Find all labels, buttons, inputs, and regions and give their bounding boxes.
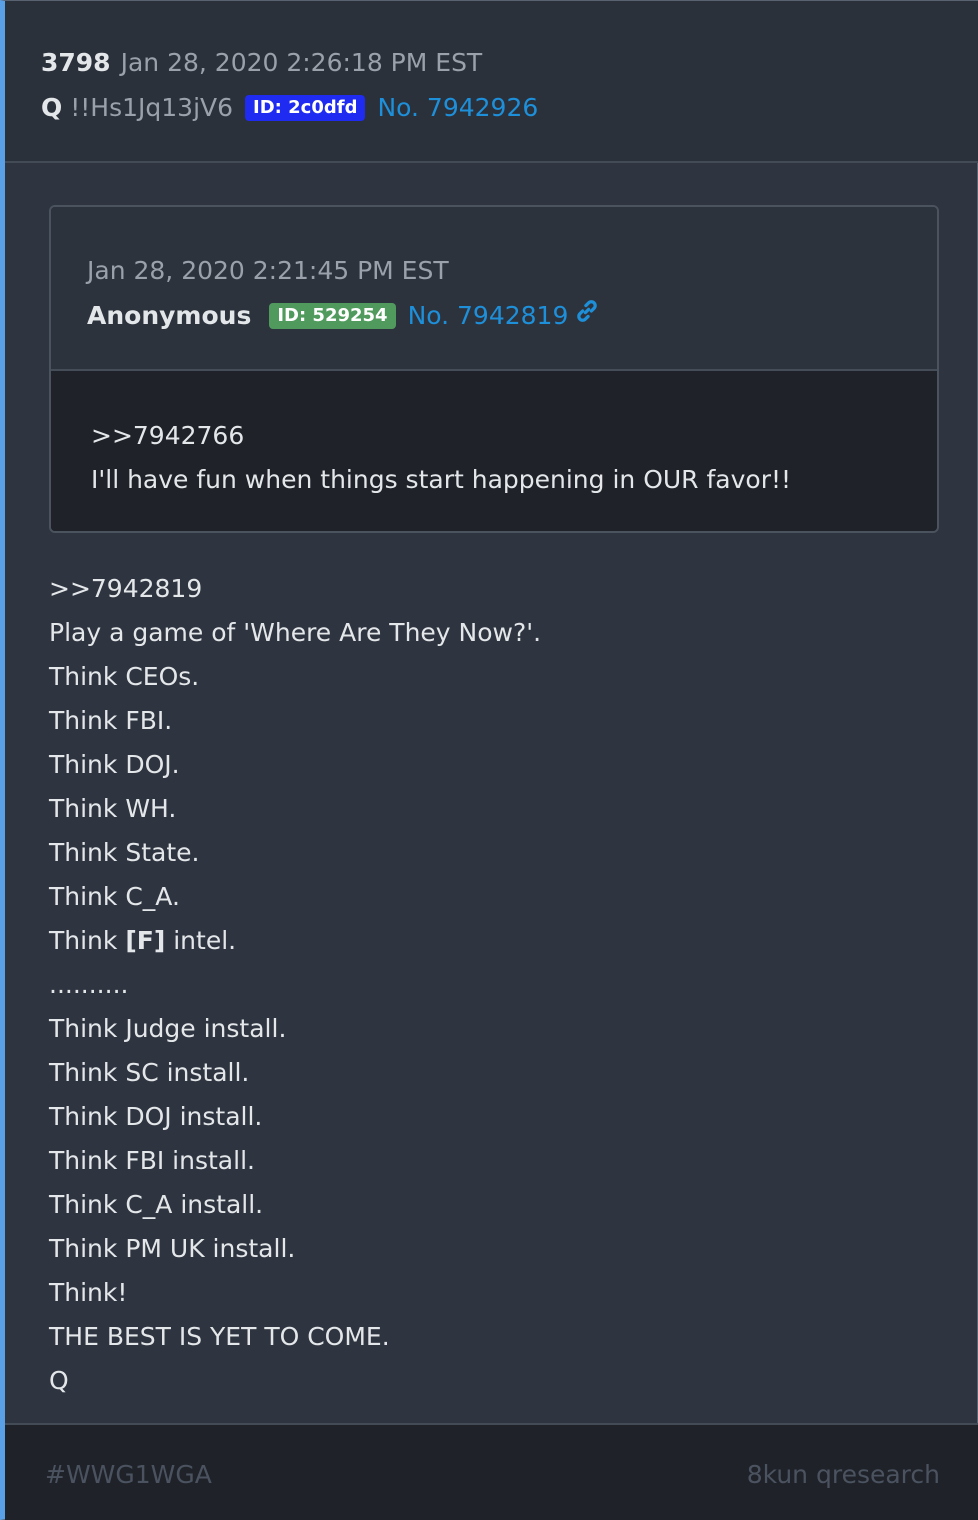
line-text: Think	[49, 926, 126, 955]
post-tripcode: !!Hs1Jq13jV6	[70, 93, 234, 122]
post-body-line: Think [F] intel.	[49, 924, 541, 968]
footer-source: 8kun qresearch	[746, 1460, 940, 1489]
post-body-line: ..........	[49, 970, 129, 999]
post-body-line: Think DOJ.	[49, 750, 180, 779]
quoted-author-row: Anonymous ID: 529254 No. 7942819	[87, 298, 600, 333]
post-body-line: Think FBI.	[49, 706, 173, 735]
post-body-line: Think!	[49, 1278, 128, 1307]
post-body-line: Think DOJ install.	[49, 1102, 263, 1131]
post-number: 3798	[41, 48, 111, 77]
post-body-line: Think WH.	[49, 794, 177, 823]
reply-reference[interactable]: >>7942819	[49, 572, 541, 616]
post-author: Q	[41, 93, 63, 122]
quoted-post-date: Jan 28, 2020 2:21:45 PM EST	[87, 256, 449, 285]
post-body-line: Think C_A install.	[49, 1190, 264, 1219]
link-icon[interactable]	[574, 298, 600, 333]
post-meta-row: 3798 Jan 28, 2020 2:26:18 PM EST	[41, 47, 482, 79]
post-header: 3798 Jan 28, 2020 2:26:18 PM EST Q !!Hs1Jq…	[5, 1, 978, 163]
quoted-post-body: >>7942766 I'll have fun when things star…	[51, 371, 937, 531]
footer-hashtag: #WWG1WGA	[45, 1460, 212, 1489]
post-body-line: THE BEST IS YET TO COME.	[49, 1322, 390, 1351]
quoted-post: Jan 28, 2020 2:21:45 PM EST Anonymous ID:…	[49, 205, 939, 533]
post-author-row: Q !!Hs1Jq13jV6 ID: 2c0dfd No. 7942926	[41, 91, 538, 125]
post-body-line: Think FBI install.	[49, 1146, 255, 1175]
quoted-id-badge: ID: 529254	[269, 303, 396, 329]
post-body-line: Think State.	[49, 838, 200, 867]
quoted-post-author: Anonymous	[87, 301, 252, 330]
post-number-link[interactable]: No. 7942926	[377, 93, 538, 122]
bold-marker: [F]	[125, 926, 166, 955]
post-body-line: Think CEOs.	[49, 662, 200, 691]
quoted-post-header: Jan 28, 2020 2:21:45 PM EST Anonymous ID:…	[51, 207, 937, 371]
post-body-line: Think SC install.	[49, 1058, 250, 1087]
post-body: >>7942819 Play a game of 'Where Are They …	[49, 572, 541, 1408]
quoted-reply-ref[interactable]: >>7942766	[91, 419, 244, 453]
post-body-line: Think PM UK install.	[49, 1234, 296, 1263]
poster-id-badge: ID: 2c0dfd	[245, 95, 366, 121]
line-text: intel.	[165, 926, 237, 955]
quoted-post-text: I'll have fun when things start happenin…	[91, 465, 792, 494]
post-body-line: Q	[49, 1366, 69, 1395]
post-body-line: Think Judge install.	[49, 1014, 287, 1043]
post-date: Jan 28, 2020 2:26:18 PM EST	[120, 48, 483, 77]
post-card: 3798 Jan 28, 2020 2:26:18 PM EST Q !!Hs1Jq…	[0, 0, 978, 1520]
post-body-line: Play a game of 'Where Are They Now?'.	[49, 618, 542, 647]
post-body-line: Think C_A.	[49, 882, 180, 911]
post-footer: #WWG1WGA 8kun qresearch	[5, 1423, 978, 1520]
quoted-post-link[interactable]: No. 7942819	[408, 301, 569, 330]
